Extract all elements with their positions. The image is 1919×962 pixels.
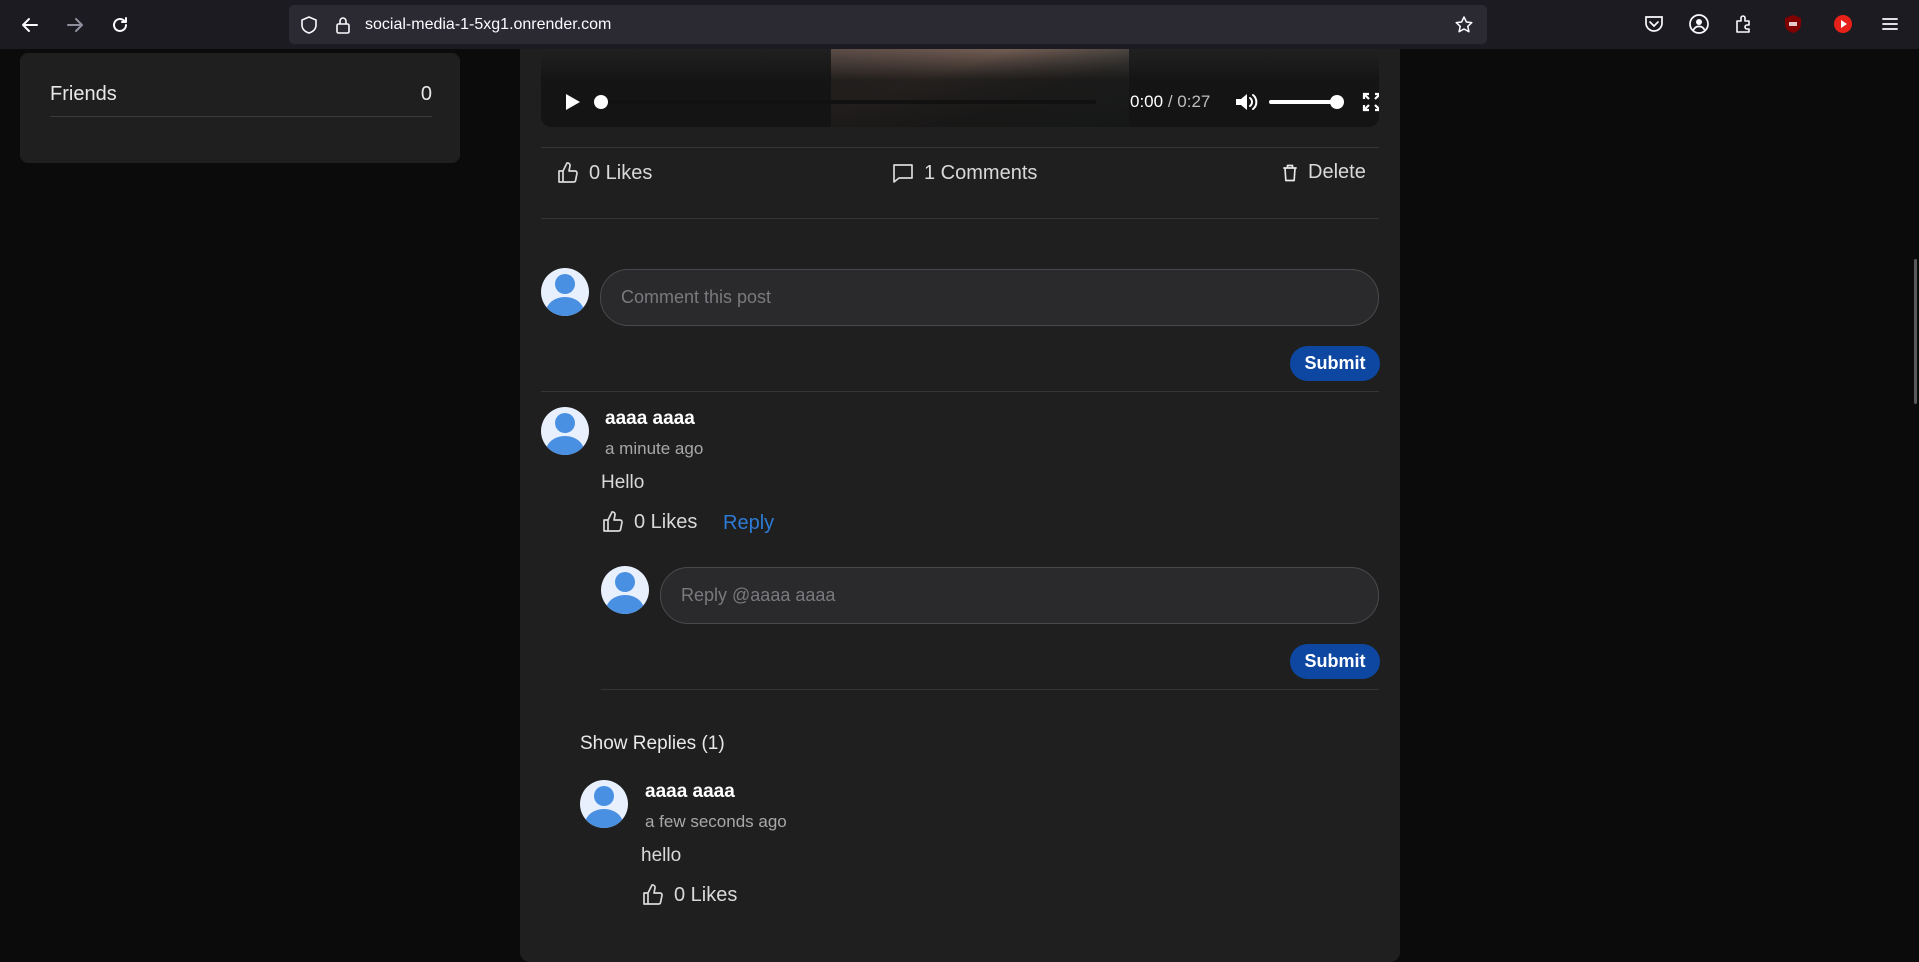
friends-card: Friends 0 <box>20 53 460 163</box>
comment-submit-button[interactable]: Submit <box>1290 346 1380 381</box>
comment-text: Hello <box>601 472 645 493</box>
post-likes-label: 0 Likes <box>589 161 653 184</box>
divider <box>601 689 1379 690</box>
reply-author[interactable]: aaaa aaaa <box>645 781 735 803</box>
comment-input[interactable] <box>600 269 1379 326</box>
fullscreen-icon[interactable] <box>1361 91 1379 113</box>
ublock-button[interactable] <box>1781 12 1805 36</box>
puzzle-icon <box>1736 15 1750 33</box>
arrow-right-icon <box>67 18 83 32</box>
avatar <box>541 268 589 316</box>
youtube-extension-button[interactable] <box>1831 12 1855 36</box>
thumbs-up-icon <box>558 162 578 183</box>
show-replies-toggle[interactable]: Show Replies (1) <box>580 733 725 755</box>
seek-handle[interactable] <box>594 95 608 109</box>
time-separator: / <box>1167 92 1173 111</box>
reply-submit-button[interactable]: Submit <box>1290 644 1380 679</box>
page-viewport: Friends 0 0:00 / 0:27 0 Likes 1 Comments… <box>0 49 1919 962</box>
pocket-button[interactable] <box>1642 12 1666 36</box>
seek-bar[interactable] <box>594 95 1096 109</box>
time-display: 0:00 / 0:27 <box>1130 92 1210 112</box>
forward-button[interactable] <box>60 10 90 40</box>
video-player[interactable]: 0:00 / 0:27 <box>541 49 1379 127</box>
comment-likes-label: 0 Likes <box>634 510 698 533</box>
account-icon <box>1689 14 1709 34</box>
like-reply-button[interactable]: 0 Likes <box>641 883 737 907</box>
video-controls: 0:00 / 0:27 <box>541 49 1379 127</box>
comment-timestamp: a minute ago <box>605 439 704 458</box>
divider <box>541 391 1379 392</box>
like-post-button[interactable]: 0 Likes <box>556 161 652 185</box>
friends-row[interactable]: Friends 0 <box>50 83 432 117</box>
arrow-left-icon <box>22 18 38 32</box>
duration: 0:27 <box>1177 92 1211 111</box>
reply-text: hello <box>641 845 682 866</box>
avatar <box>580 780 628 828</box>
thumbs-up-icon <box>643 884 663 905</box>
current-time: 0:00 <box>1130 92 1164 111</box>
like-comment-button[interactable]: 0 Likes <box>601 510 697 534</box>
delete-label: Delete <box>1308 161 1366 183</box>
menu-button[interactable] <box>1878 12 1902 36</box>
comment-author[interactable]: aaaa aaaa <box>605 408 695 430</box>
hamburger-icon <box>1882 18 1898 30</box>
play-icon[interactable] <box>561 91 583 113</box>
comments-button[interactable]: 1 Comments <box>891 161 1037 185</box>
star-icon[interactable] <box>1454 15 1474 35</box>
back-button[interactable] <box>15 10 45 40</box>
lock-icon[interactable] <box>333 15 353 35</box>
reply-input[interactable] <box>660 567 1379 624</box>
extensions-button[interactable] <box>1732 12 1756 36</box>
browser-toolbar: social-media-1-5xg1.onrender.com <box>0 0 1919 49</box>
reload-button[interactable] <box>105 10 135 40</box>
divider <box>541 218 1379 219</box>
post-card: 0:00 / 0:27 0 Likes 1 Comments Delete Co… <box>520 49 1400 962</box>
pocket-icon <box>1645 16 1663 32</box>
friends-label: Friends <box>50 83 117 105</box>
thumbs-up-icon <box>603 511 623 532</box>
address-bar[interactable]: social-media-1-5xg1.onrender.com <box>289 5 1487 44</box>
volume-icon[interactable] <box>1233 90 1259 114</box>
comment-icon <box>893 164 913 183</box>
avatar <box>541 407 589 455</box>
reply-likes-label: 0 Likes <box>674 883 738 906</box>
divider <box>541 147 1379 148</box>
delete-post-button[interactable]: Delete <box>1280 161 1366 184</box>
reply-link[interactable]: Reply <box>723 512 774 535</box>
account-button[interactable] <box>1687 12 1711 36</box>
youtube-icon <box>1834 15 1852 33</box>
trash-icon <box>1283 164 1297 181</box>
url-text[interactable]: social-media-1-5xg1.onrender.com <box>365 16 611 34</box>
shield-icon[interactable] <box>299 15 319 35</box>
friends-count: 0 <box>420 83 432 105</box>
reply-timestamp: a few seconds ago <box>645 812 787 831</box>
scrollbar-thumb[interactable] <box>1914 259 1917 404</box>
reload-icon <box>113 17 127 32</box>
avatar <box>601 566 649 614</box>
volume-slider[interactable] <box>1269 95 1344 109</box>
ublock-icon <box>1785 15 1801 33</box>
post-comments-label: 1 Comments <box>924 161 1038 184</box>
volume-handle[interactable] <box>1330 95 1344 109</box>
